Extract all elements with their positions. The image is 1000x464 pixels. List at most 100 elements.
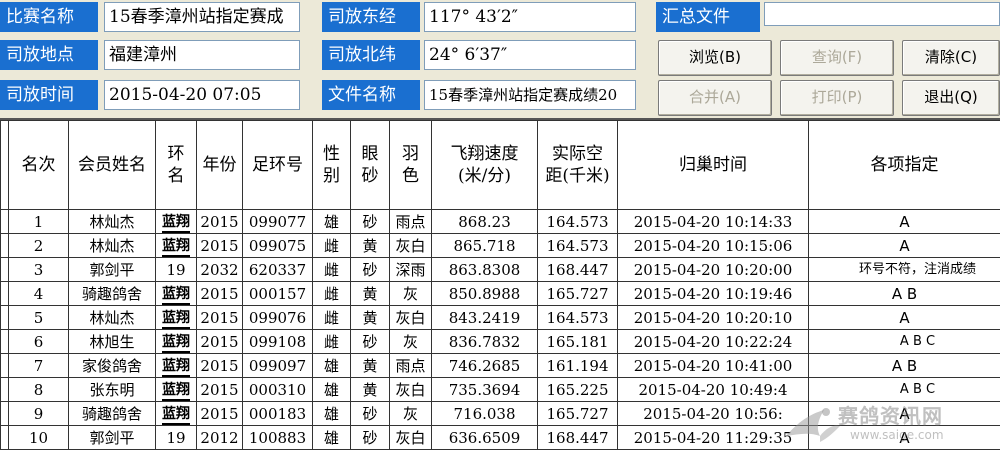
- col-header-rank[interactable]: 名次: [9, 121, 69, 210]
- merge-button[interactable]: 合并(A): [658, 80, 772, 116]
- cell-arrival[interactable]: 2015-04-20 10:14:33: [618, 210, 809, 234]
- col-header-arrival[interactable]: 归巢时间: [618, 121, 809, 210]
- cell-foot-ring[interactable]: 099075: [243, 234, 313, 258]
- cell-distance[interactable]: 165.727: [538, 282, 618, 306]
- cell-speed[interactable]: 735.3694: [432, 378, 538, 402]
- cell-speed[interactable]: 716.038: [432, 402, 538, 426]
- browse-button[interactable]: 浏览(B): [658, 40, 772, 76]
- col-header-speed[interactable]: 飞翔速度(米/分): [432, 121, 538, 210]
- cell-rank[interactable]: 5: [9, 306, 69, 330]
- row-selector[interactable]: [1, 258, 9, 282]
- file-name-field[interactable]: 15春季漳州站指定赛成绩20: [424, 80, 636, 110]
- col-header-eye[interactable]: 眼砂: [351, 121, 390, 210]
- cell-year[interactable]: 2012: [197, 426, 243, 450]
- table-row[interactable]: 6林旭生蓝翔2015099108雌砂灰836.7832165.1812015-0…: [1, 330, 1000, 354]
- cell-rank[interactable]: 3: [9, 258, 69, 282]
- cell-ring[interactable]: 蓝翔: [156, 354, 197, 378]
- cell-arrival[interactable]: 2015-04-20 10:20:00: [618, 258, 809, 282]
- cell-sex[interactable]: 雌: [313, 330, 351, 354]
- cell-arrival[interactable]: 2015-04-20 10:22:24: [618, 330, 809, 354]
- cell-eye[interactable]: 黄: [351, 234, 390, 258]
- col-header-designated[interactable]: 各项指定: [809, 121, 1000, 210]
- cell-eye[interactable]: 黄: [351, 282, 390, 306]
- cell-feather[interactable]: 灰: [390, 282, 432, 306]
- cell-feather[interactable]: 雨点: [390, 210, 432, 234]
- cell-speed[interactable]: 746.2685: [432, 354, 538, 378]
- cell-designated[interactable]: A: [809, 306, 1000, 330]
- cell-speed[interactable]: 636.6509: [432, 426, 538, 450]
- cell-speed[interactable]: 865.718: [432, 234, 538, 258]
- col-header-feather[interactable]: 羽色: [390, 121, 432, 210]
- cell-eye[interactable]: 砂: [351, 402, 390, 426]
- cell-member[interactable]: 林旭生: [69, 330, 156, 354]
- cell-member[interactable]: 郭剑平: [69, 426, 156, 450]
- cell-foot-ring[interactable]: 099097: [243, 354, 313, 378]
- release-place-field[interactable]: 福建漳州: [104, 40, 300, 70]
- cell-eye[interactable]: 砂: [351, 258, 390, 282]
- col-header-year[interactable]: 年份: [197, 121, 243, 210]
- cell-foot-ring[interactable]: 000310: [243, 378, 313, 402]
- cell-sex[interactable]: 雄: [313, 378, 351, 402]
- cell-designated[interactable]: A: [809, 234, 1000, 258]
- cell-sex[interactable]: 雄: [313, 402, 351, 426]
- cell-foot-ring[interactable]: 620337: [243, 258, 313, 282]
- cell-member[interactable]: 骑趣鸽舍: [69, 402, 156, 426]
- cell-member[interactable]: 家俊鸽舍: [69, 354, 156, 378]
- cell-eye[interactable]: 黄: [351, 306, 390, 330]
- row-selector[interactable]: [1, 282, 9, 306]
- col-header-distance[interactable]: 实际空距(千米): [538, 121, 618, 210]
- cell-designated[interactable]: A B C: [809, 330, 1000, 354]
- cell-feather[interactable]: 深雨: [390, 258, 432, 282]
- cell-distance[interactable]: 164.573: [538, 234, 618, 258]
- cell-feather[interactable]: 灰: [390, 330, 432, 354]
- cell-member[interactable]: 郭剑平: [69, 258, 156, 282]
- cell-distance[interactable]: 165.225: [538, 378, 618, 402]
- cell-member[interactable]: 林灿杰: [69, 306, 156, 330]
- cell-ring[interactable]: 蓝翔: [156, 306, 197, 330]
- cell-arrival[interactable]: 2015-04-20 10:20:10: [618, 306, 809, 330]
- cell-year[interactable]: 2015: [197, 330, 243, 354]
- clear-button[interactable]: 清除(C): [902, 40, 1000, 76]
- cell-feather[interactable]: 雨点: [390, 354, 432, 378]
- cell-year[interactable]: 2015: [197, 282, 243, 306]
- cell-speed[interactable]: 863.8308: [432, 258, 538, 282]
- cell-feather[interactable]: 灰白: [390, 306, 432, 330]
- row-selector[interactable]: [1, 378, 9, 402]
- summary-file-field[interactable]: [764, 2, 1000, 26]
- cell-feather[interactable]: 灰白: [390, 426, 432, 450]
- cell-sex[interactable]: 雌: [313, 258, 351, 282]
- cell-sex[interactable]: 雄: [313, 426, 351, 450]
- cell-sex[interactable]: 雄: [313, 354, 351, 378]
- cell-designated[interactable]: A B: [809, 282, 1000, 306]
- cell-designated[interactable]: A: [809, 210, 1000, 234]
- row-selector[interactable]: [1, 330, 9, 354]
- cell-member[interactable]: 林灿杰: [69, 234, 156, 258]
- cell-arrival[interactable]: 2015-04-20 10:19:46: [618, 282, 809, 306]
- cell-ring[interactable]: 蓝翔: [156, 378, 197, 402]
- col-header-ring[interactable]: 环名: [156, 121, 197, 210]
- cell-speed[interactable]: 843.2419: [432, 306, 538, 330]
- table-row[interactable]: 4骑趣鸽舍蓝翔2015000157雌黄灰850.8988165.7272015-…: [1, 282, 1000, 306]
- row-selector[interactable]: [1, 354, 9, 378]
- cell-member[interactable]: 林灿杰: [69, 210, 156, 234]
- cell-sex[interactable]: 雌: [313, 282, 351, 306]
- cell-ring[interactable]: 蓝翔: [156, 402, 197, 426]
- latitude-field[interactable]: 24° 6′37″: [424, 40, 636, 70]
- col-header-sex[interactable]: 性别: [313, 121, 351, 210]
- cell-distance[interactable]: 168.447: [538, 426, 618, 450]
- cell-distance[interactable]: 165.181: [538, 330, 618, 354]
- cell-feather[interactable]: 灰: [390, 402, 432, 426]
- cell-sex[interactable]: 雄: [313, 210, 351, 234]
- cell-rank[interactable]: 6: [9, 330, 69, 354]
- cell-rank[interactable]: 2: [9, 234, 69, 258]
- cell-foot-ring[interactable]: 099076: [243, 306, 313, 330]
- cell-distance[interactable]: 161.194: [538, 354, 618, 378]
- cell-feather[interactable]: 灰白: [390, 234, 432, 258]
- cell-distance[interactable]: 164.573: [538, 306, 618, 330]
- cell-rank[interactable]: 1: [9, 210, 69, 234]
- cell-feather[interactable]: 灰白: [390, 378, 432, 402]
- cell-foot-ring[interactable]: 000183: [243, 402, 313, 426]
- longitude-field[interactable]: 117° 43′2″: [424, 2, 636, 32]
- cell-ring[interactable]: 蓝翔: [156, 210, 197, 234]
- cell-year[interactable]: 2015: [197, 402, 243, 426]
